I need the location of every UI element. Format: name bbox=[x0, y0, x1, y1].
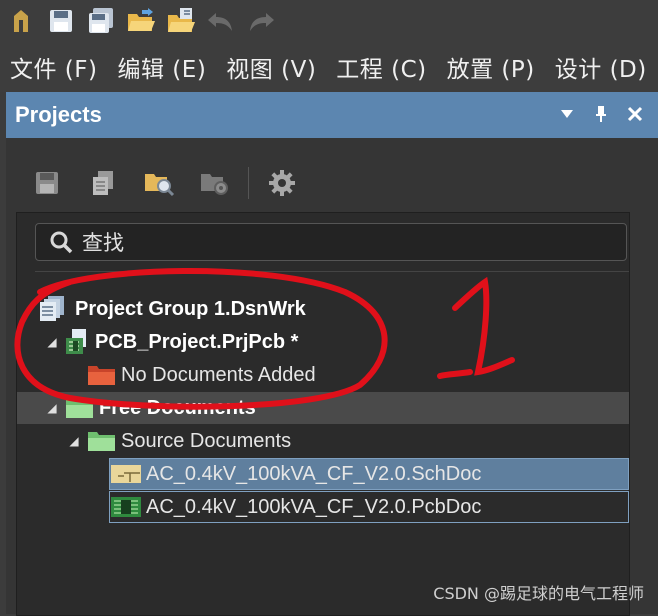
pin-icon[interactable] bbox=[592, 102, 610, 126]
open-folder-icon[interactable] bbox=[126, 6, 156, 36]
panel-header-controls bbox=[558, 102, 644, 126]
panel-title: Projects bbox=[15, 102, 102, 127]
projects-panel: Projects 查找 Project Group 1.DsnWrk ◢ PCB… bbox=[6, 92, 658, 616]
document-name: AC_0.4kV_100kVA_CF_V2.0.SchDoc bbox=[146, 462, 482, 485]
green-folder-icon bbox=[87, 429, 117, 453]
menu-design[interactable]: 设计 (D) bbox=[545, 50, 657, 84]
divider bbox=[35, 271, 629, 272]
open-project-icon[interactable] bbox=[166, 6, 196, 36]
toolbar-separator bbox=[248, 167, 249, 199]
free-documents-label: Free Documents bbox=[99, 396, 256, 419]
search-input[interactable]: 查找 bbox=[82, 227, 124, 257]
watermark: CSDN @踢足球的电气工程师 bbox=[433, 584, 644, 603]
menu-project[interactable]: 工程 (C) bbox=[326, 50, 436, 84]
save-icon[interactable] bbox=[30, 166, 64, 200]
green-folder-icon bbox=[65, 396, 95, 420]
save-icon[interactable] bbox=[46, 6, 76, 36]
dropdown-icon[interactable] bbox=[558, 102, 576, 126]
tree-project[interactable]: ◢ PCB_Project.PrjPcb * bbox=[45, 326, 298, 358]
tree-document-pcbdoc[interactable]: AC_0.4kV_100kVA_CF_V2.0.PcbDoc bbox=[109, 491, 629, 523]
schematic-doc-icon bbox=[110, 462, 142, 486]
find-folder-icon[interactable] bbox=[142, 166, 176, 200]
panel-body: 查找 Project Group 1.DsnWrk ◢ PCB_Project.… bbox=[6, 138, 658, 616]
source-documents-label: Source Documents bbox=[121, 429, 292, 452]
workspace-name: Project Group 1.DsnWrk bbox=[75, 297, 306, 320]
undo-icon[interactable] bbox=[206, 6, 236, 36]
main-toolbar bbox=[0, 0, 658, 42]
tree-document-schdoc[interactable]: AC_0.4kV_100kVA_CF_V2.0.SchDoc bbox=[109, 458, 629, 490]
expand-arrow-icon[interactable]: ◢ bbox=[45, 401, 59, 415]
panel-header: Projects bbox=[6, 92, 658, 138]
empty-label: No Documents Added bbox=[121, 363, 316, 386]
search-icon bbox=[50, 231, 73, 254]
close-icon[interactable] bbox=[626, 102, 644, 126]
menu-edit[interactable]: 编辑 (E) bbox=[108, 50, 217, 84]
expand-arrow-icon[interactable]: ◢ bbox=[67, 434, 81, 448]
project-name: PCB_Project.PrjPcb * bbox=[95, 330, 299, 353]
red-folder-icon bbox=[87, 363, 117, 387]
copy-icon[interactable] bbox=[86, 166, 120, 200]
menu-file[interactable]: 文件 (F) bbox=[0, 50, 108, 84]
menu-view[interactable]: 视图 (V) bbox=[216, 50, 326, 84]
tree-source-documents[interactable]: ◢ Source Documents bbox=[67, 425, 291, 457]
folder-settings-icon[interactable] bbox=[198, 166, 232, 200]
document-name: AC_0.4kV_100kVA_CF_V2.0.PcbDoc bbox=[146, 495, 482, 518]
tree-project-empty: No Documents Added bbox=[87, 359, 316, 391]
pcb-project-icon bbox=[65, 328, 91, 356]
tree-workspace[interactable]: Project Group 1.DsnWrk bbox=[39, 293, 306, 325]
workspace-icon bbox=[39, 295, 71, 323]
panel-toolbar bbox=[30, 166, 299, 200]
gear-icon[interactable] bbox=[265, 166, 299, 200]
pcb-doc-icon bbox=[110, 495, 142, 519]
tree-free-documents[interactable]: ◢ Free Documents bbox=[17, 392, 629, 424]
save-all-icon[interactable] bbox=[86, 6, 116, 36]
app-logo-icon[interactable] bbox=[6, 6, 36, 36]
redo-icon[interactable] bbox=[246, 6, 276, 36]
search-box[interactable]: 查找 bbox=[35, 223, 627, 261]
project-tree-area: 查找 Project Group 1.DsnWrk ◢ PCB_Project.… bbox=[16, 212, 630, 616]
menu-bar: 文件 (F) 编辑 (E) 视图 (V) 工程 (C) 放置 (P) 设计 (D… bbox=[0, 42, 658, 92]
menu-place[interactable]: 放置 (P) bbox=[437, 50, 545, 84]
expand-arrow-icon[interactable]: ◢ bbox=[45, 335, 59, 349]
